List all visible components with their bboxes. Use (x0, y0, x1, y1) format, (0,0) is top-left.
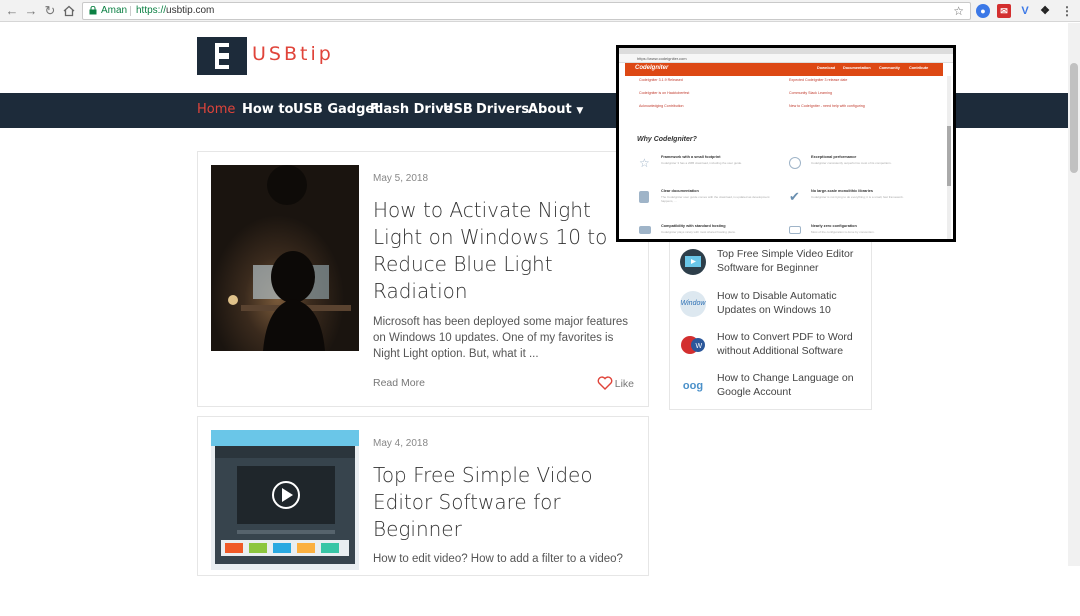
post-excerpt: How to edit video? How to add a filter t… (373, 553, 623, 565)
popular-posts-widget: Top Free Simple Video Editor Software fo… (669, 238, 872, 410)
list-item[interactable]: W How to Convert PDF to Word without Add… (680, 330, 865, 364)
doc-icon (639, 191, 649, 203)
popup-feature: Nearly zero configuration Most of the con… (789, 224, 929, 239)
scrollbar-thumb[interactable] (1070, 63, 1078, 173)
list-item[interactable]: oog How to Change Language on Google Acc… (680, 371, 865, 405)
codeigniter-logo: CodeIgniter (635, 65, 669, 71)
popup-feature: Exceptional performance CodeIgniter consi… (789, 155, 929, 189)
popup-feature: ☆ Framework with a small footprint CodeIg… (639, 155, 743, 170)
extension-v-icon[interactable]: V (1018, 4, 1032, 18)
url-text: https://usbtip.com (136, 5, 215, 16)
nav-usb-gadget[interactable]: USB Gadget (293, 102, 380, 117)
page-scrollbar[interactable] (1068, 23, 1080, 566)
gear-icon (789, 226, 801, 234)
star-icon: ☆ (639, 156, 650, 170)
server-icon (639, 226, 651, 234)
chevron-down-icon: ▼ (576, 106, 584, 116)
lock-icon (89, 6, 97, 15)
read-more-link[interactable]: Read More (373, 377, 425, 389)
popup-feature: ✔ No large-scale monolithic libraries Cod… (789, 189, 904, 204)
post-date: May 4, 2018 (373, 438, 429, 449)
google-icon: oog (680, 373, 706, 399)
reload-icon[interactable]: ↻ (42, 3, 58, 19)
nav-how-to[interactable]: How to (242, 102, 294, 117)
windows-icon: Window (680, 291, 706, 317)
codeigniter-preview-popup[interactable]: https://www.codeigniter.com CodeIgniter … (616, 45, 956, 242)
popup-feature: Compatibility with standard hosting CodeI… (639, 224, 779, 239)
nav-usb[interactable]: USB (443, 102, 473, 117)
video-editor-icon (680, 249, 706, 275)
menu-dots-icon[interactable]: ⋮ (1060, 4, 1074, 18)
like-button[interactable]: Like (597, 376, 634, 390)
home-icon[interactable] (61, 3, 77, 19)
post-card: May 4, 2018 Top Free Simple Video Editor… (197, 416, 649, 576)
popup-header: CodeIgniter Download Documentation Commu… (625, 63, 943, 76)
post-title[interactable]: Top Free Simple Video Editor Software fo… (373, 462, 633, 543)
pdf-word-icon: W (680, 332, 706, 358)
post-title[interactable]: How to Activate Night Light on Windows 1… (373, 197, 633, 305)
popup-scrollbar[interactable] (947, 76, 951, 239)
logo-text[interactable]: USBtip (252, 43, 334, 65)
check-icon: ✔ (789, 189, 800, 204)
back-icon[interactable]: ← (4, 3, 20, 19)
extension-circle-icon[interactable]: ● (976, 4, 990, 18)
browser-toolbar: ← → ↻ Aman https://usbtip.com ☆ ● ✉ V ❖ … (0, 0, 1080, 22)
list-item[interactable]: Window How to Disable Automatic Updates … (680, 289, 865, 323)
nav-about[interactable]: About ▼ (528, 102, 583, 117)
list-item[interactable]: Top Free Simple Video Editor Software fo… (680, 247, 865, 281)
site-identity: Aman (101, 5, 128, 16)
post-excerpt: Microsoft has been deployed some major f… (373, 316, 629, 360)
post-card: May 5, 2018 How to Activate Night Light … (197, 151, 649, 407)
heart-icon (597, 376, 613, 390)
post-date: May 5, 2018 (373, 173, 429, 184)
popup-why-heading: Why CodeIgniter? (637, 136, 697, 143)
clock-icon (789, 157, 801, 169)
popup-feature: Clear documentation The CodeIgniter user … (639, 189, 779, 223)
extension-mail-icon[interactable]: ✉ (997, 4, 1011, 18)
address-bar[interactable]: Aman https://usbtip.com ☆ (82, 2, 971, 20)
popup-url: https://www.codeigniter.com (619, 54, 953, 63)
post-thumbnail[interactable] (211, 165, 359, 351)
forward-icon[interactable]: → (23, 3, 39, 19)
svg-text:W: W (696, 343, 703, 350)
bookmark-star-icon[interactable]: ☆ (953, 3, 964, 19)
post-thumbnail[interactable] (211, 430, 359, 616)
nav-home[interactable]: Home (197, 102, 235, 117)
nav-flash-drive[interactable]: Flash Drive (370, 102, 453, 117)
logo-icon[interactable] (197, 37, 247, 75)
nav-drivers[interactable]: Drivers (476, 102, 529, 117)
extension-pin-icon[interactable]: ❖ (1038, 4, 1052, 18)
